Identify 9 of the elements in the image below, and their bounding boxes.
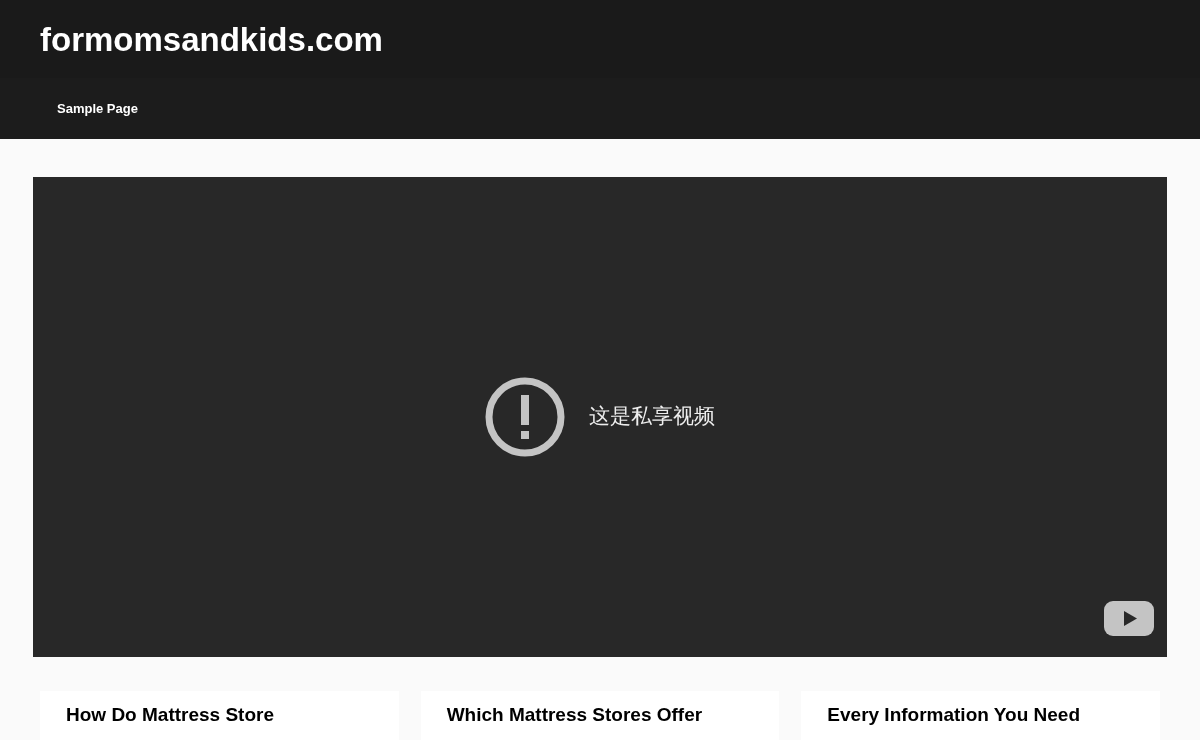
- video-message: 这是私享视频: [589, 403, 715, 431]
- play-logo-icon[interactable]: [1104, 601, 1154, 636]
- warning-icon: [485, 377, 565, 457]
- post-title[interactable]: How Do Mattress Store: [66, 703, 373, 727]
- post-title[interactable]: Every Information You Need: [827, 703, 1134, 727]
- nav-link[interactable]: Sample Page: [57, 98, 138, 119]
- post-title[interactable]: Which Mattress Stores Offer: [446, 703, 754, 727]
- video-player[interactable]: 这是私享视频: [33, 177, 1167, 657]
- site-title[interactable]: formomsandkids.com: [40, 22, 383, 56]
